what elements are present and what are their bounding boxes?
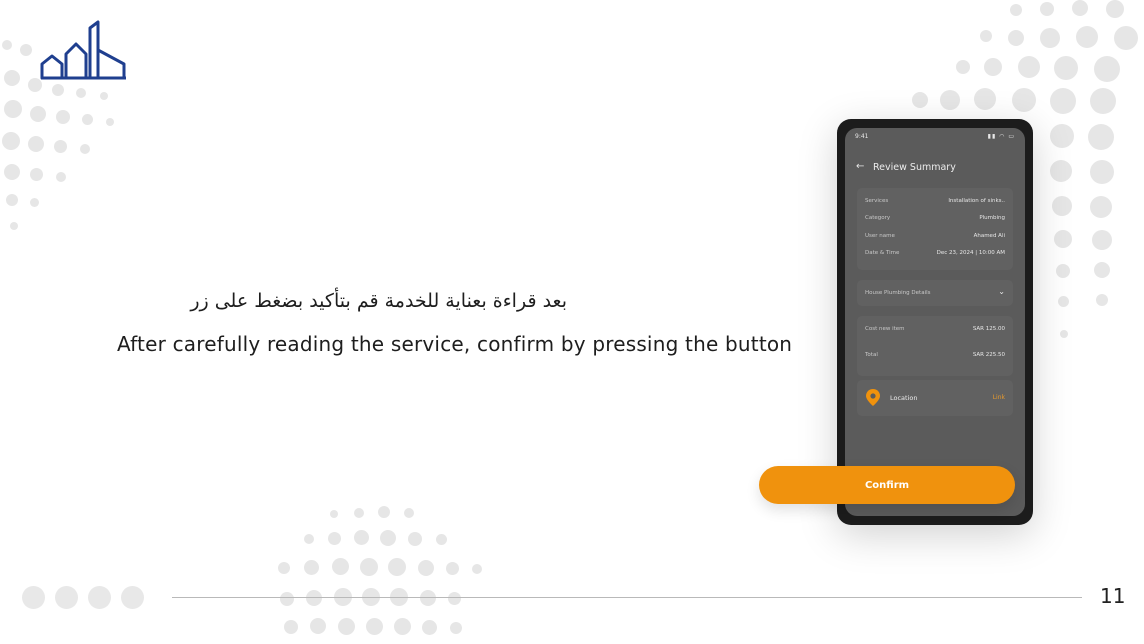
phone-screen: 9:41 ▮▮ ◠ ▭ ← Review Summary Services In… [845, 128, 1025, 516]
status-icons: ▮▮ ◠ ▭ [987, 133, 1015, 140]
cost-label: Total [865, 352, 878, 358]
summary-value: Dec 23, 2024 | 10:00 AM [936, 250, 1005, 256]
location-link[interactable]: Link [993, 394, 1005, 401]
company-logo [40, 20, 126, 80]
summary-value: Plumbing [979, 215, 1005, 221]
accordion-label: House Plumbing Details [865, 290, 931, 296]
headline-english: After carefully reading the service, con… [117, 332, 793, 356]
headline-arabic: بعد قراءة بعناية للخدمة قم بتأكيد بضغط ع… [190, 290, 567, 312]
cost-card: Cost new item SAR 125.00 Total SAR 225.5… [857, 316, 1013, 376]
summary-label: Category [865, 215, 891, 221]
status-time: 9:41 [855, 133, 869, 140]
footer-dot [55, 586, 78, 609]
location-pin-icon [866, 389, 880, 406]
summary-label: Services [865, 198, 889, 204]
cost-label: Cost new item [865, 326, 905, 332]
plumbing-details-accordion[interactable]: House Plumbing Details ⌄ [857, 280, 1013, 306]
summary-value: Ahamed Ali [973, 233, 1005, 239]
confirm-button[interactable]: Confirm [759, 466, 1015, 504]
footer-divider [172, 597, 1082, 598]
screen-title: Review Summary [873, 162, 956, 173]
summary-label: Date & Time [865, 250, 900, 256]
footer-dot [121, 586, 144, 609]
footer-dot [22, 586, 45, 609]
summary-value: Installation of sinks.. [948, 198, 1005, 204]
page-number: 11 [1100, 584, 1126, 608]
arrow-left-icon[interactable]: ← [856, 161, 864, 172]
summary-card: Services Installation of sinks.. Categor… [857, 188, 1013, 270]
status-bar: 9:41 ▮▮ ◠ ▭ [855, 133, 1015, 143]
phone-mockup: 9:41 ▮▮ ◠ ▭ ← Review Summary Services In… [837, 119, 1033, 525]
chevron-down-icon: ⌄ [998, 287, 1005, 296]
summary-label: User name [865, 233, 895, 239]
cost-value: SAR 225.50 [972, 352, 1005, 358]
location-card: Location Link [857, 380, 1013, 416]
cost-value: SAR 125.00 [972, 326, 1005, 332]
footer-dot [88, 586, 111, 609]
dot-pattern-bottom [260, 500, 500, 644]
location-label: Location [890, 394, 918, 402]
